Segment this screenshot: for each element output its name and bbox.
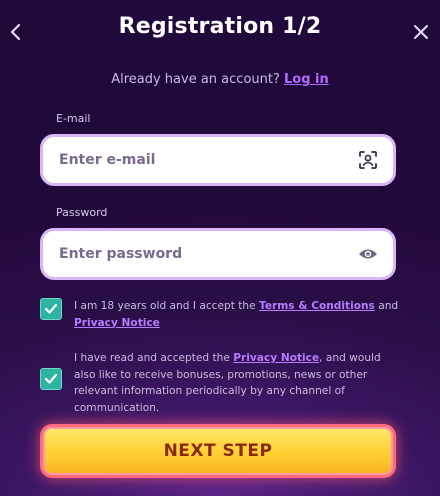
login-prompt-text: Already have an account? <box>111 72 280 87</box>
privacy-notice-link-2[interactable]: Privacy Notice <box>233 352 319 364</box>
email-field-wrapper <box>40 134 396 186</box>
age-consent-text-before: I am 18 years old and I accept the <box>74 300 256 312</box>
marketing-consent-text-before: I have read and accepted the <box>74 352 230 364</box>
terms-link[interactable]: Terms & Conditions <box>259 300 375 312</box>
checkmark-icon <box>44 373 58 384</box>
checkmark-icon <box>44 303 58 314</box>
marketing-consent-checkbox[interactable] <box>40 368 62 390</box>
age-consent-row: I am 18 years old and I accept the Terms… <box>40 298 400 331</box>
email-label: E-mail <box>56 112 91 125</box>
close-button[interactable] <box>410 20 432 44</box>
password-field-wrapper <box>40 228 396 280</box>
email-field[interactable] <box>59 152 357 168</box>
page-title: Registration 1/2 <box>118 14 322 39</box>
face-scan-icon[interactable] <box>357 149 379 171</box>
close-icon <box>414 25 428 39</box>
marketing-consent-row: I have read and accepted the Privacy Not… <box>40 350 400 416</box>
eye-icon[interactable] <box>357 243 379 265</box>
password-label: Password <box>56 206 108 219</box>
header: Registration 1/2 <box>0 0 440 64</box>
login-link[interactable]: Log in <box>284 72 329 87</box>
login-prompt: Already have an account? Log in <box>0 72 440 87</box>
password-field[interactable] <box>59 246 357 262</box>
marketing-consent-text: I have read and accepted the Privacy Not… <box>74 350 400 416</box>
next-step-button[interactable]: NEXT STEP <box>40 424 396 478</box>
next-step-label: NEXT STEP <box>163 441 273 461</box>
privacy-notice-link[interactable]: Privacy Notice <box>74 317 160 329</box>
age-consent-checkbox[interactable] <box>40 298 62 320</box>
age-consent-text-mid: and <box>378 300 399 312</box>
age-consent-text: I am 18 years old and I accept the Terms… <box>74 298 400 331</box>
